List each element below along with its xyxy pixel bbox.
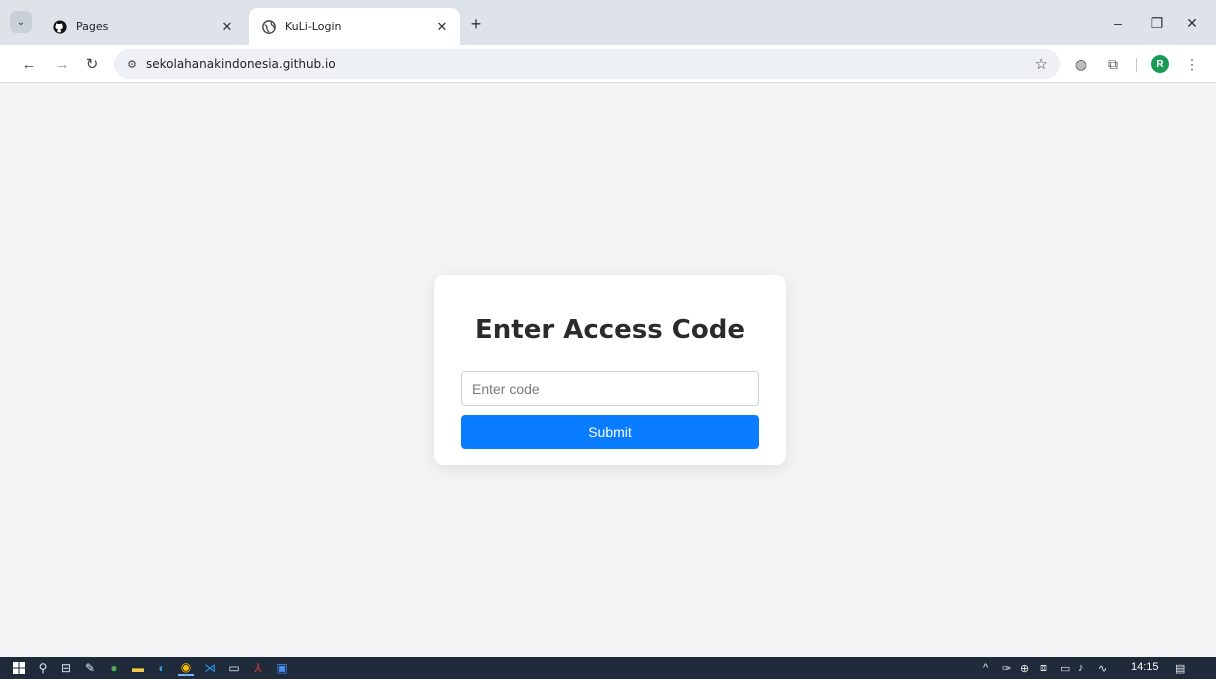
submit-button[interactable]: Submit [461, 415, 759, 449]
terminal-icon[interactable]: ▭ [226, 660, 242, 676]
clock-time[interactable]: 14:15 [1131, 661, 1159, 673]
forward-arrow-icon[interactable]: → [52, 54, 72, 74]
tab-kuli-login[interactable]: KuLi-Login ✕ [249, 8, 460, 45]
close-tab-icon[interactable]: ✕ [219, 19, 235, 35]
browser-toolbar: ← → ↻ ⚙ sekolahanakindonesia.github.io ☆… [0, 45, 1216, 83]
tab-search-chevron-icon[interactable]: ⌄ [10, 11, 32, 33]
network-icon[interactable]: ∿ [1098, 660, 1107, 676]
translate-globe-icon[interactable]: ◍ [1072, 55, 1090, 73]
windows-taskbar: ⚲ ⊟ ✎ ● ▬ ◐ ◉ ⋊ ▭ ⅄ ▣ ^ ✑ ⊕ ⧈ ▭ ♪ ∿ 14:1… [0, 657, 1216, 679]
edge-browser-icon[interactable]: ◐ [154, 660, 170, 676]
address-bar[interactable]: ⚙ sekolahanakindonesia.github.io ☆ [114, 49, 1060, 79]
close-tab-icon[interactable]: ✕ [434, 19, 450, 35]
site-info-icon[interactable]: ⚙ [124, 56, 140, 72]
page-title: Enter Access Code [475, 315, 745, 345]
access-code-input[interactable] [461, 371, 759, 406]
bookmark-star-icon[interactable]: ☆ [1035, 55, 1048, 73]
notification-app-icon[interactable]: ⧈ [1040, 660, 1047, 676]
tab-pages[interactable]: Pages ✕ [40, 8, 245, 45]
back-arrow-icon[interactable]: ← [19, 54, 39, 74]
minimize-icon[interactable]: – [1107, 12, 1129, 34]
volume-icon[interactable]: ♪ [1078, 660, 1084, 676]
tab-title: KuLi-Login [285, 20, 342, 33]
paint-brush-icon[interactable]: ✎ [82, 660, 98, 676]
url-text[interactable]: sekolahanakindonesia.github.io [146, 57, 336, 71]
browser-tab-strip: ⌄ Pages ✕ KuLi-Login ✕ + – ❐ ✕ [0, 0, 1216, 45]
app-green-circle-icon[interactable]: ● [106, 660, 122, 676]
reload-icon[interactable]: ↻ [82, 54, 102, 74]
extensions-puzzle-icon[interactable]: ⧉ [1104, 55, 1122, 73]
file-explorer-icon[interactable]: ▬ [130, 660, 146, 676]
windows-start-icon[interactable] [11, 660, 27, 676]
battery-icon[interactable]: ▭ [1060, 660, 1070, 676]
show-hidden-icons-chevron-icon[interactable]: ^ [983, 660, 988, 676]
search-icon[interactable]: ⚲ [35, 660, 51, 676]
meet-now-icon[interactable]: ⊕ [1020, 660, 1029, 676]
new-tab-plus-icon[interactable]: + [466, 14, 486, 34]
task-view-icon[interactable]: ⊟ [58, 660, 74, 676]
toolbar-divider [1136, 58, 1137, 72]
pen-icon[interactable]: ✑ [1002, 660, 1011, 676]
page-body: Enter Access Code Submit [0, 84, 1216, 657]
word-icon[interactable]: ▣ [274, 660, 290, 676]
globe-icon [261, 19, 277, 35]
tab-title: Pages [76, 20, 109, 33]
chrome-icon[interactable]: ◉ [178, 660, 194, 676]
vscode-icon[interactable]: ⋊ [202, 660, 218, 676]
close-window-icon[interactable]: ✕ [1181, 12, 1203, 34]
github-icon [52, 19, 68, 35]
login-card: Enter Access Code Submit [434, 275, 786, 465]
menu-kebab-icon[interactable]: ⋮ [1183, 55, 1201, 73]
action-center-icon[interactable]: ▤ [1175, 660, 1185, 676]
restore-icon[interactable]: ❐ [1146, 12, 1168, 34]
acrobat-icon[interactable]: ⅄ [250, 660, 266, 676]
profile-avatar[interactable]: R [1151, 55, 1169, 73]
